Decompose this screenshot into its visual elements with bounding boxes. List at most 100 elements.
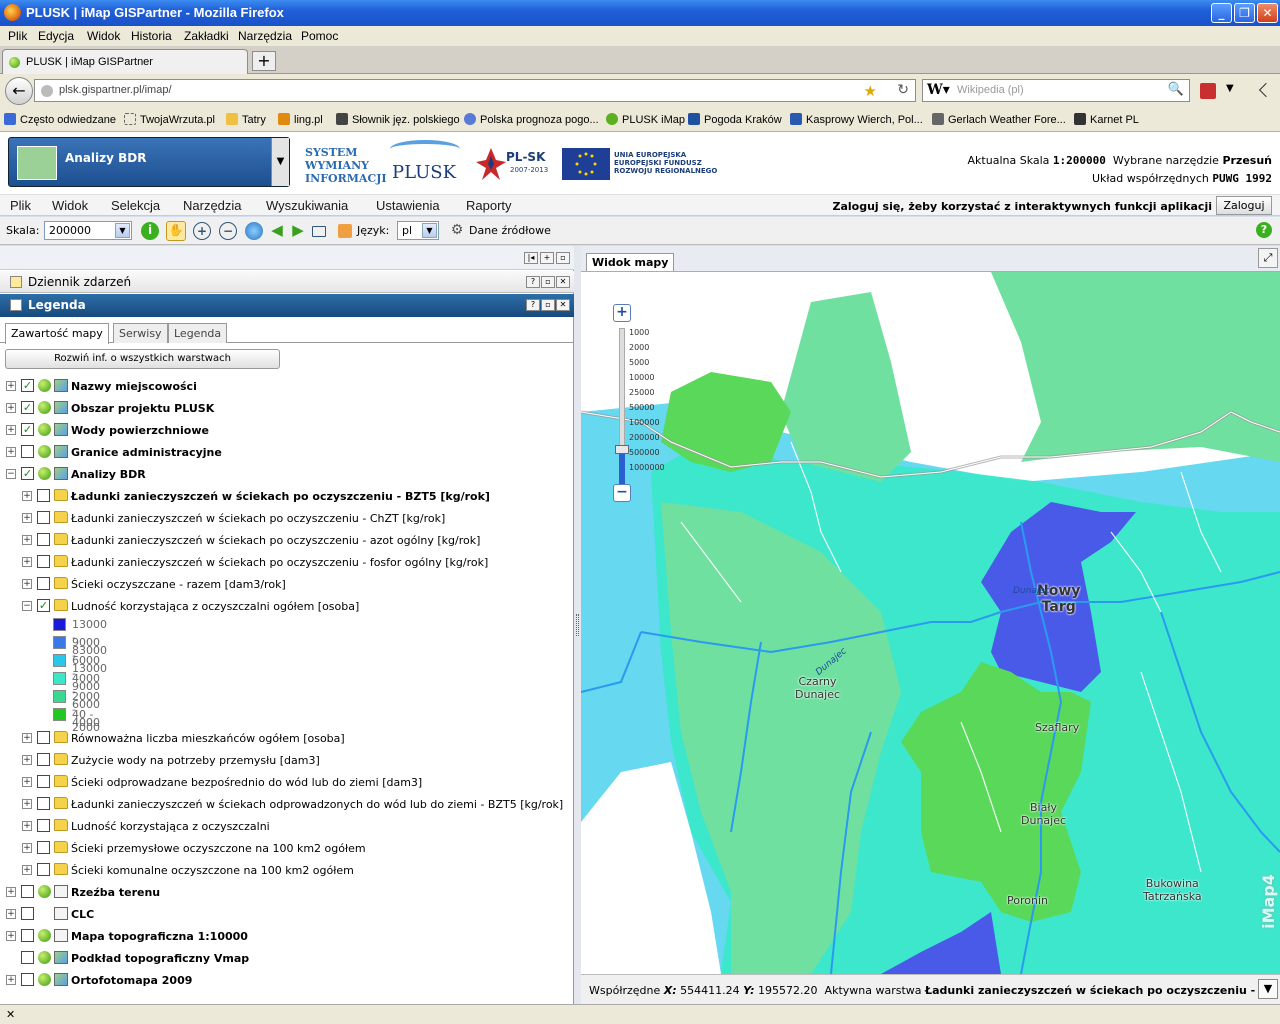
browser-tab[interactable]: PLUSK | iMap GISPartner: [2, 49, 248, 74]
close-button[interactable]: ✕: [1257, 3, 1278, 23]
zoom-level-label[interactable]: 50000: [629, 403, 654, 412]
layer-row[interactable]: + Ładunki zanieczyszczeń w ściekach po oc…: [0, 530, 574, 552]
site-identity-icon[interactable]: [41, 85, 53, 97]
layer-row[interactable]: + Granice administracyjne: [0, 442, 574, 464]
layer-checkbox[interactable]: ✓: [21, 379, 34, 392]
analysis-selector[interactable]: Analizy BDR ▼: [8, 137, 290, 187]
expand-icon[interactable]: +: [22, 733, 32, 743]
menu-historia[interactable]: Historia: [131, 29, 172, 43]
zoom-out-button[interactable]: −: [613, 484, 631, 502]
menu-widok[interactable]: Widok: [87, 29, 120, 43]
table-icon[interactable]: [338, 224, 352, 238]
bookmark-item[interactable]: Kasprowy Wierch, Pol...: [790, 113, 923, 126]
bookmark-item[interactable]: Tatry: [226, 113, 266, 126]
bookmark-item[interactable]: Słownik jęz. polskiego: [336, 113, 460, 126]
restore-icon[interactable]: ▫: [541, 276, 555, 288]
layer-row[interactable]: + ✓ Nazwy miejscowości: [0, 376, 574, 398]
tab-legend[interactable]: Legenda: [168, 323, 228, 343]
bookmark-item[interactable]: PLUSK iMap: [606, 113, 685, 126]
layer-checkbox[interactable]: [21, 885, 34, 898]
zoom-level-label[interactable]: 500000: [629, 448, 660, 457]
menu-narzedzia[interactable]: Narzędzia: [238, 29, 292, 43]
layer-row[interactable]: + Ścieki odprowadzane bezpośrednio do wód…: [0, 772, 574, 794]
reload-icon[interactable]: ↻: [897, 82, 909, 98]
back-button[interactable]: ←: [5, 77, 33, 105]
expand-icon[interactable]: +: [540, 252, 554, 264]
layer-checkbox[interactable]: [37, 775, 50, 788]
expand-icon[interactable]: +: [6, 909, 16, 919]
expand-icon[interactable]: +: [22, 777, 32, 787]
zoom-handle[interactable]: [615, 445, 629, 454]
layer-checkbox[interactable]: [21, 445, 34, 458]
layer-row[interactable]: Podkład topograficzny Vmap: [0, 948, 574, 970]
expand-icon[interactable]: +: [6, 447, 16, 457]
layer-checkbox[interactable]: [37, 577, 50, 590]
layer-row[interactable]: + Zużycie wody na potrzeby przemysłu [dam…: [0, 750, 574, 772]
layer-row[interactable]: + Ortofotomapa 2009: [0, 970, 574, 992]
layer-row[interactable]: + Ładunki zanieczyszczeń w ściekach po oc…: [0, 486, 574, 508]
addon-dropdown-icon[interactable]: ▼: [1226, 83, 1234, 94]
status-close-icon[interactable]: ✕: [6, 1008, 15, 1021]
chevron-down-icon[interactable]: ▼: [271, 138, 289, 186]
expand-icon[interactable]: +: [6, 931, 16, 941]
layer-checkbox[interactable]: [21, 973, 34, 986]
restore-icon[interactable]: ▫: [541, 299, 555, 311]
expand-icon[interactable]: +: [22, 491, 32, 501]
maximize-button[interactable]: ❐: [1234, 3, 1255, 23]
layer-checkbox[interactable]: [37, 511, 50, 524]
app-menu-widok[interactable]: Widok: [52, 198, 88, 213]
expand-icon[interactable]: +: [22, 579, 32, 589]
layer-row[interactable]: + Ładunki zanieczyszczeń w ściekach odpro…: [0, 794, 574, 816]
legend-header[interactable]: Legenda ? ▫ ✕: [0, 294, 574, 317]
map-canvas[interactable]: Nowy Targ Czarny Dunajec Szaflary Biały Dun…: [581, 272, 1280, 974]
layer-checkbox[interactable]: ✓: [21, 467, 34, 480]
layer-row[interactable]: + Ścieki oczyszczane - razem [dam3/rok]: [0, 574, 574, 596]
layer-row[interactable]: + Ścieki komunalne oczyszczone na 100 km2…: [0, 860, 574, 882]
addon-icon[interactable]: [1200, 83, 1216, 99]
expand-icon[interactable]: +: [22, 821, 32, 831]
expand-icon[interactable]: +: [6, 887, 16, 897]
close-icon[interactable]: ✕: [556, 276, 570, 288]
layer-row[interactable]: + Ludność korzystająca z oczyszczalni: [0, 816, 574, 838]
bookmark-item[interactable]: Karnet PL: [1074, 113, 1139, 126]
expand-icon[interactable]: +: [22, 535, 32, 545]
close-icon[interactable]: ✕: [556, 299, 570, 311]
full-extent-icon[interactable]: [312, 226, 326, 237]
wikipedia-icon[interactable]: W▾: [927, 82, 950, 98]
layer-row[interactable]: + Ładunki zanieczyszczeń w ściekach po oc…: [0, 552, 574, 574]
app-menu-raporty[interactable]: Raporty: [466, 198, 512, 213]
new-tab-button[interactable]: +: [252, 51, 276, 71]
app-menu-ustawienia[interactable]: Ustawienia: [376, 198, 440, 213]
app-menu-wyszukiwania[interactable]: Wyszukiwania: [266, 198, 348, 213]
app-menu-plik[interactable]: Plik: [10, 198, 31, 213]
expand-icon[interactable]: +: [6, 403, 16, 413]
layer-row[interactable]: + ✓ Wody powierzchniowe: [0, 420, 574, 442]
layer-row[interactable]: − ✓ Ludność korzystająca z oczyszczalni og…: [0, 596, 574, 618]
layer-checkbox[interactable]: [21, 929, 34, 942]
globe-icon[interactable]: [245, 222, 263, 240]
layer-checkbox[interactable]: ✓: [37, 599, 50, 612]
zoom-in-icon[interactable]: +: [193, 222, 211, 240]
map-svg[interactable]: [581, 272, 1280, 974]
expand-icon[interactable]: +: [6, 425, 16, 435]
bookmark-item[interactable]: Polska prognoza pogo...: [464, 113, 599, 126]
fullscreen-icon[interactable]: ⤢: [1258, 248, 1278, 268]
layer-checkbox[interactable]: [37, 863, 50, 876]
scale-select[interactable]: 200000 ▼: [44, 221, 132, 240]
layer-checkbox[interactable]: ✓: [21, 423, 34, 436]
zoom-level-label[interactable]: 1000000: [629, 463, 665, 472]
expand-icon[interactable]: +: [22, 865, 32, 875]
chevron-down-icon[interactable]: ▼: [1258, 979, 1278, 999]
expand-icon[interactable]: +: [22, 843, 32, 853]
zoom-level-label[interactable]: 25000: [629, 388, 654, 397]
help-icon[interactable]: ?: [1256, 222, 1272, 238]
info-icon[interactable]: i: [141, 222, 159, 240]
layer-checkbox[interactable]: [37, 841, 50, 854]
bookmark-item[interactable]: Gerlach Weather Fore...: [932, 113, 1066, 126]
panel-splitter[interactable]: [574, 246, 581, 1004]
layer-checkbox[interactable]: [37, 489, 50, 502]
bookmark-item[interactable]: ling.pl: [278, 113, 323, 126]
layer-row[interactable]: − ✓ Analizy BDR: [0, 464, 574, 486]
expand-icon[interactable]: +: [6, 975, 16, 985]
expand-all-button[interactable]: Rozwiń inf. o wszystkich warstwach: [5, 349, 280, 369]
